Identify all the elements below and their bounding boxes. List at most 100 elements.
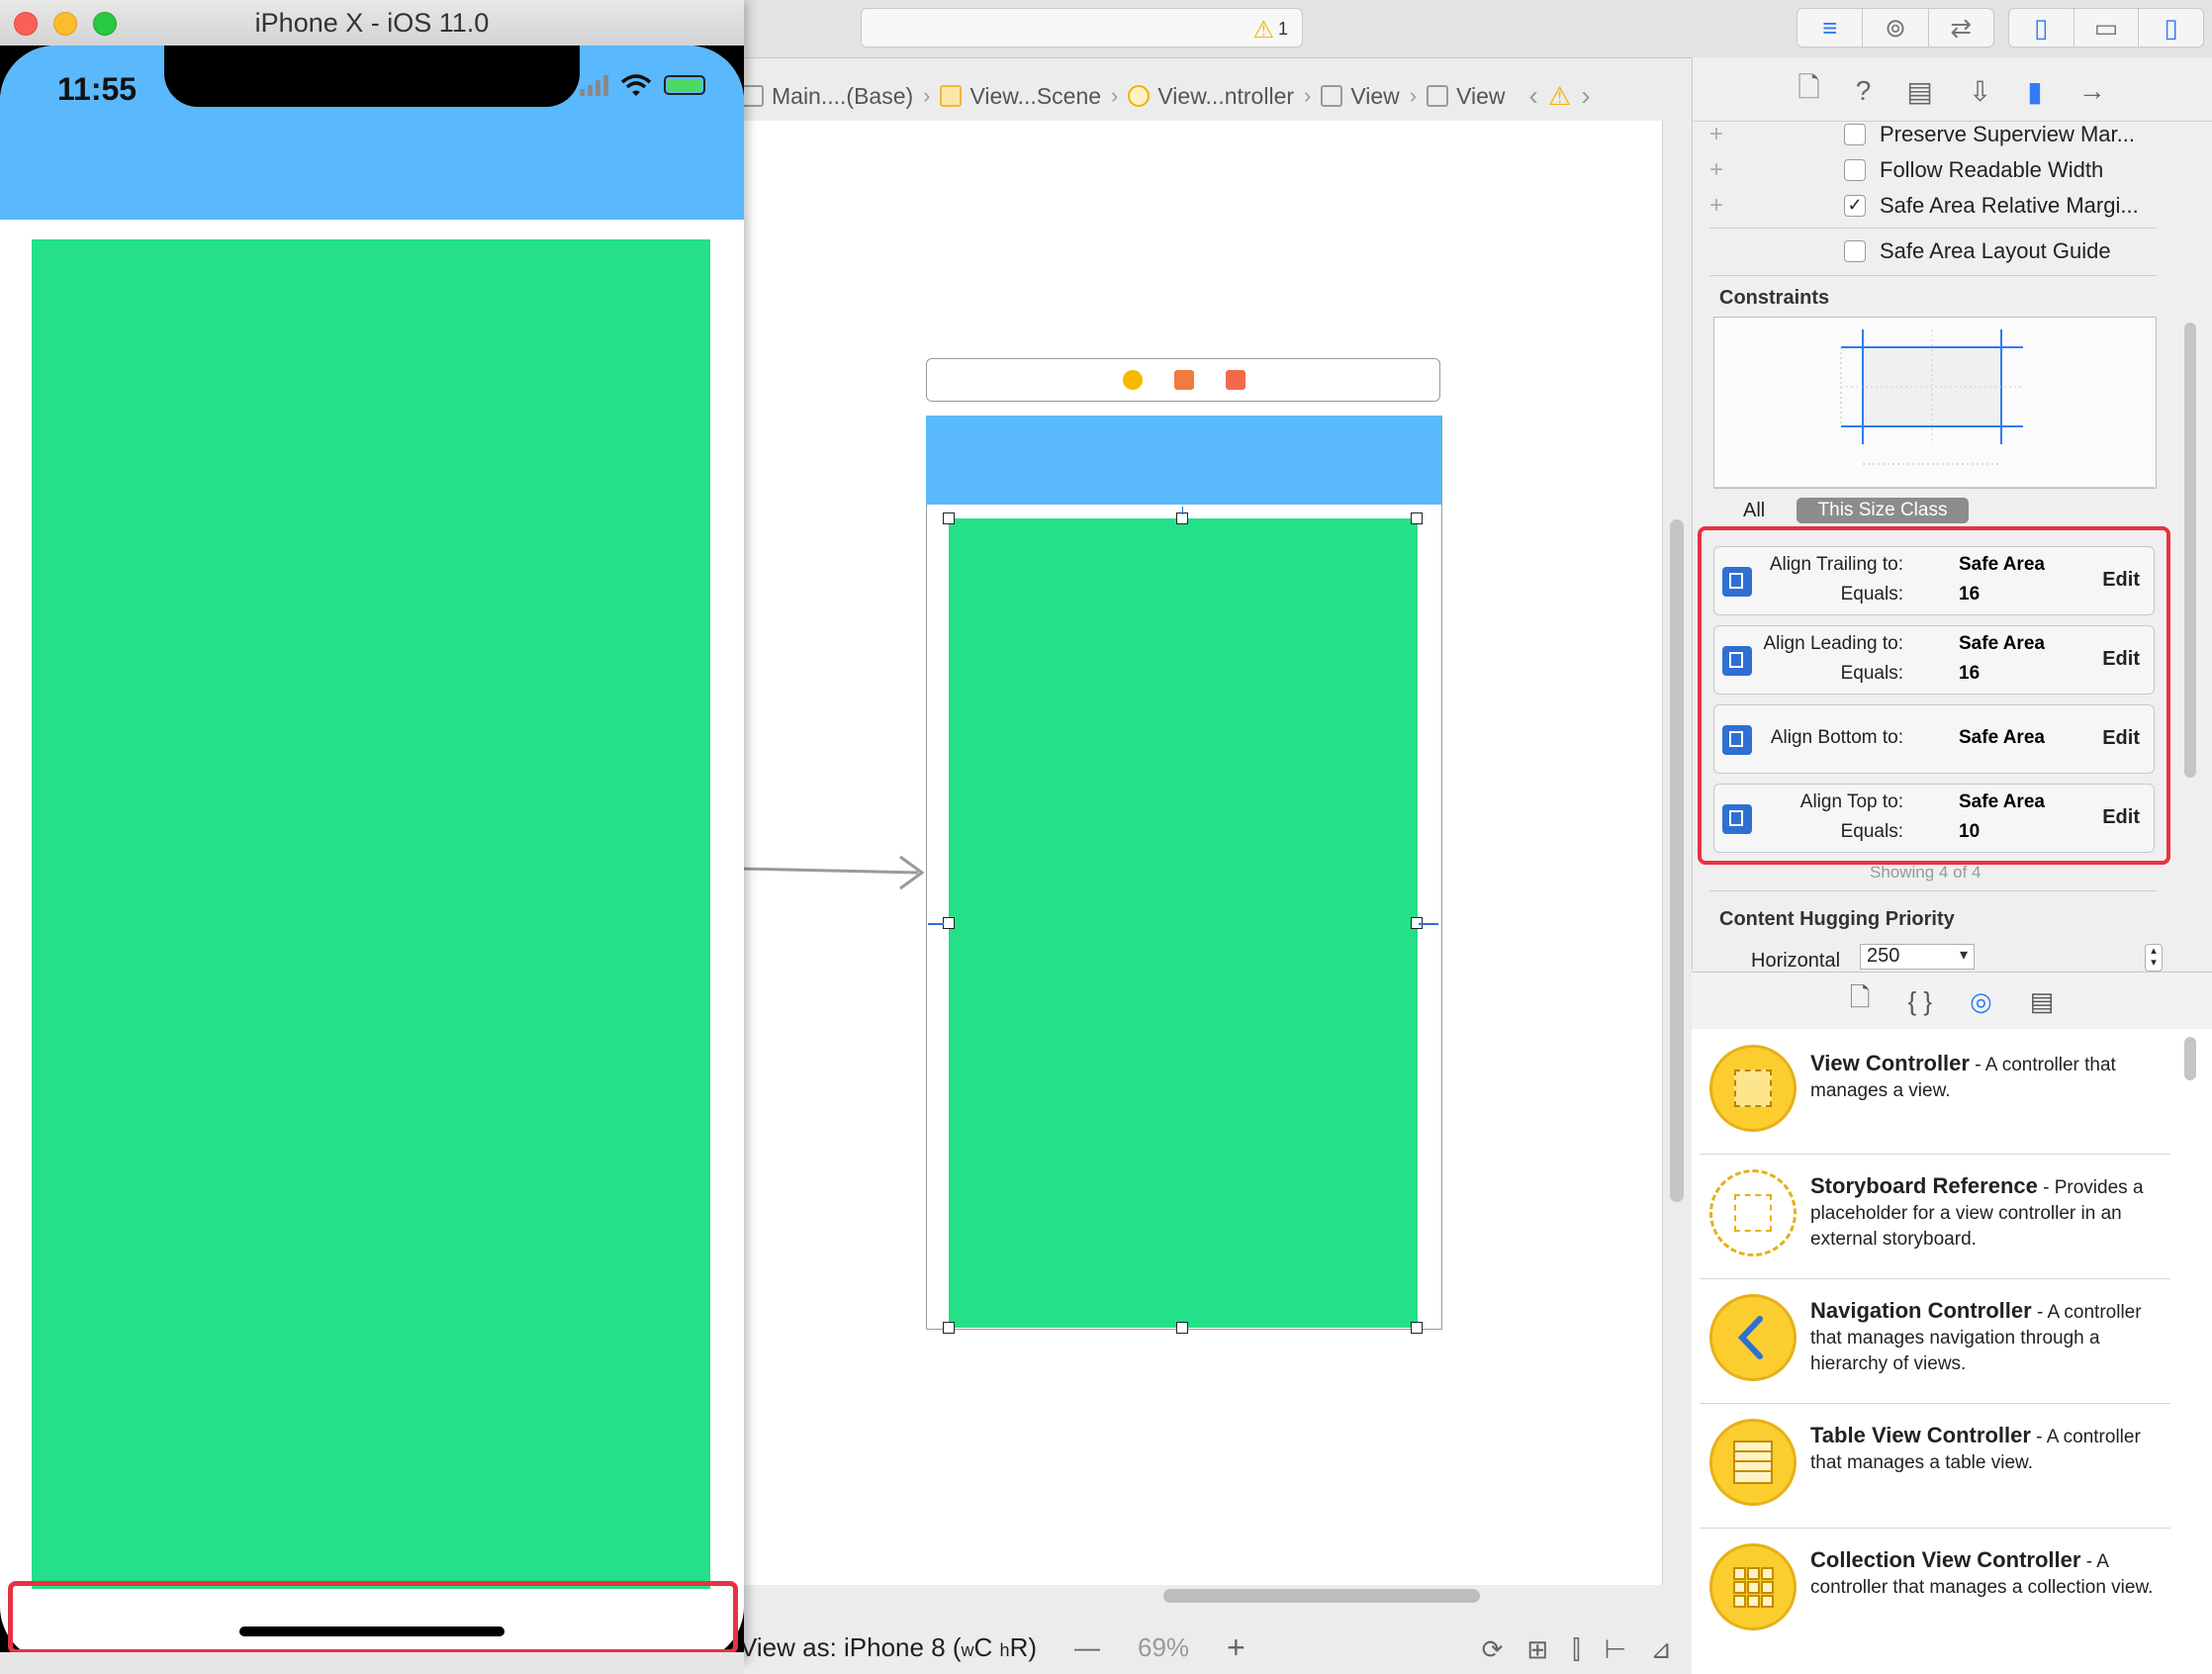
code-snippets-icon[interactable]: { } bbox=[1908, 986, 1933, 1017]
resize-handle[interactable] bbox=[1411, 512, 1423, 524]
add-constraints-icon[interactable]: ⊢ bbox=[1605, 1634, 1627, 1666]
edit-button[interactable]: Edit bbox=[2102, 569, 2140, 592]
minimize-button[interactable] bbox=[53, 12, 77, 36]
zoom-in-button[interactable]: + bbox=[1227, 1629, 1245, 1666]
constraint-row-bottom[interactable]: Align Bottom to: Safe Area Edit bbox=[1713, 704, 2155, 774]
simulator-bottom-edge bbox=[0, 1652, 744, 1674]
quick-help-icon[interactable]: ? bbox=[1856, 75, 1872, 107]
attributes-inspector-icon[interactable]: ⇩ bbox=[1969, 75, 1991, 108]
view-controller-icon[interactable] bbox=[1123, 370, 1143, 390]
resize-handle[interactable] bbox=[1176, 1322, 1188, 1334]
scene-nav-bar[interactable] bbox=[926, 416, 1441, 505]
trailing-constraint-line bbox=[1419, 923, 1438, 925]
preserve-superview-margins-row[interactable]: + Preserve Superview Mar... bbox=[1709, 119, 2174, 150]
resize-handle[interactable] bbox=[943, 1322, 955, 1334]
resize-handle[interactable] bbox=[1411, 1322, 1423, 1334]
constraint-row-trailing[interactable]: Align Trailing to: Safe Area Equals: 16 … bbox=[1713, 546, 2155, 615]
scene-dock[interactable] bbox=[926, 358, 1440, 402]
library-item-storyboard-reference[interactable]: Storyboard Reference - Provides a placeh… bbox=[1700, 1154, 2170, 1279]
debug-area-toggle-button[interactable]: ▭ bbox=[2074, 9, 2140, 46]
constraint-row-leading[interactable]: Align Leading to: Safe Area Equals: 16 E… bbox=[1713, 625, 2155, 695]
plus-icon[interactable]: + bbox=[1709, 192, 1735, 220]
scene-content-view[interactable] bbox=[949, 518, 1418, 1328]
safe-area-relative-margins-row[interactable]: + ✓ Safe Area Relative Margi... bbox=[1709, 190, 2174, 222]
constraints-title: Constraints bbox=[1719, 287, 1830, 309]
identity-inspector-icon[interactable]: ▤ bbox=[1906, 75, 1932, 108]
crumb-view[interactable]: View bbox=[1321, 83, 1400, 110]
view-controller-icon bbox=[1128, 85, 1151, 107]
resize-handle[interactable] bbox=[943, 917, 955, 929]
close-button[interactable] bbox=[14, 12, 38, 36]
library-item-table-view-controller[interactable]: Table View Controller - A controller tha… bbox=[1700, 1403, 2170, 1529]
preserve-superview-margins-checkbox[interactable] bbox=[1844, 124, 1866, 145]
update-frames-icon[interactable]: ⟳ bbox=[1482, 1634, 1504, 1666]
content-hugging-title: Content Hugging Priority bbox=[1719, 908, 1955, 930]
filter-all-tab[interactable]: All bbox=[1743, 500, 1765, 522]
media-library-icon[interactable]: ▤ bbox=[2030, 986, 2055, 1017]
panel-toggle-group: ▯ ▭ ▯ bbox=[2008, 8, 2204, 47]
file-inspector-icon[interactable]: 🗋 bbox=[1797, 67, 1820, 115]
follow-readable-width-row[interactable]: + Follow Readable Width bbox=[1709, 154, 2174, 186]
activity-viewer[interactable]: ⚠ 1 bbox=[861, 8, 1303, 47]
top-constraint-line bbox=[1182, 507, 1183, 514]
canvas-horizontal-scrollbar[interactable] bbox=[1163, 1589, 1480, 1603]
zoom-out-button[interactable]: — bbox=[1074, 1632, 1100, 1663]
utilities-toggle-button[interactable]: ▯ bbox=[2139, 9, 2203, 46]
simulator-title: iPhone X - iOS 11.0 bbox=[254, 8, 490, 38]
chevron-right-icon[interactable]: › bbox=[1581, 80, 1590, 112]
safe-area-relative-margins-checkbox[interactable]: ✓ bbox=[1844, 195, 1866, 217]
size-inspector-icon[interactable]: ▮ bbox=[2027, 75, 2042, 108]
safe-area-layout-guide-row[interactable]: Safe Area Layout Guide bbox=[1709, 235, 2174, 267]
filter-size-class-tab[interactable]: This Size Class bbox=[1797, 498, 1969, 523]
connections-inspector-icon[interactable]: → bbox=[2078, 75, 2106, 107]
edit-button[interactable]: Edit bbox=[2102, 806, 2140, 829]
canvas-vertical-scrollbar[interactable] bbox=[1670, 519, 1684, 1202]
crumb-view-controller[interactable]: View...ntroller bbox=[1128, 83, 1294, 110]
version-editor-button[interactable]: ⇄ bbox=[1929, 9, 1993, 46]
app-green-view[interactable] bbox=[32, 239, 710, 1589]
view-controller-icon bbox=[1709, 1045, 1797, 1132]
horizontal-priority-select[interactable]: 250 bbox=[1860, 944, 1975, 970]
battery-icon bbox=[664, 75, 705, 95]
status-indicators bbox=[580, 73, 705, 97]
resize-handle[interactable] bbox=[943, 512, 955, 524]
follow-readable-width-checkbox[interactable] bbox=[1844, 159, 1866, 181]
crumb-scene[interactable]: View...Scene bbox=[940, 83, 1101, 110]
home-indicator[interactable] bbox=[239, 1627, 505, 1636]
library-item-collection-view-controller[interactable]: Collection View Controller - A controlle… bbox=[1700, 1528, 2170, 1652]
constraint-row-top[interactable]: Align Top to: Safe Area Equals: 10 Edit bbox=[1713, 784, 2155, 853]
edit-button[interactable]: Edit bbox=[2102, 727, 2140, 750]
file-templates-icon[interactable]: 🗋 bbox=[1850, 979, 1871, 1023]
chevron-right-icon: › bbox=[923, 83, 931, 108]
safe-area-layout-guide-checkbox[interactable] bbox=[1844, 240, 1866, 262]
chevron-left-icon[interactable]: ‹ bbox=[1529, 80, 1538, 112]
align-trailing-icon bbox=[1722, 567, 1752, 597]
embed-in-stack-icon[interactable]: ⊞ bbox=[1526, 1634, 1548, 1666]
library-item-navigation-controller[interactable]: Navigation Controller - A controller tha… bbox=[1700, 1278, 2170, 1404]
exit-icon[interactable] bbox=[1226, 370, 1245, 390]
navigator-toggle-button[interactable]: ▯ bbox=[2009, 9, 2074, 46]
priority-stepper[interactable]: ▴ ▾ bbox=[2145, 944, 2163, 972]
first-responder-icon[interactable] bbox=[1174, 370, 1194, 390]
simulator-title-bar[interactable]: iPhone X - iOS 11.0 bbox=[0, 0, 744, 46]
library-item-view-controller[interactable]: View Controller - A controller that mana… bbox=[1700, 1029, 2170, 1155]
inspector-scrollbar[interactable] bbox=[2184, 323, 2196, 778]
assistant-editor-button[interactable]: ⊚ bbox=[1863, 9, 1929, 46]
align-icon[interactable]: ⫿ bbox=[1572, 1634, 1580, 1666]
edit-button[interactable]: Edit bbox=[2102, 648, 2140, 671]
crumb-storyboard[interactable]: Main....(Base) bbox=[742, 83, 913, 110]
object-library-icon[interactable]: ◎ bbox=[1970, 986, 1992, 1017]
library-scrollbar[interactable] bbox=[2184, 1037, 2196, 1080]
resolve-issues-icon[interactable]: ⊿ bbox=[1650, 1634, 1672, 1666]
warning-icon[interactable]: ⚠ bbox=[1252, 16, 1274, 45]
zoom-level[interactable]: 69% bbox=[1138, 1632, 1189, 1663]
plus-icon[interactable]: + bbox=[1709, 156, 1735, 184]
zoom-button[interactable] bbox=[93, 12, 117, 36]
align-top-icon bbox=[1722, 804, 1752, 834]
plus-icon[interactable]: + bbox=[1709, 121, 1735, 148]
constraints-diagram-graphic bbox=[1840, 329, 2023, 465]
warning-icon[interactable]: ⚠ bbox=[1548, 81, 1571, 112]
standard-editor-button[interactable]: ≡ bbox=[1797, 9, 1864, 46]
crumb-subview[interactable]: View bbox=[1427, 83, 1506, 110]
view-as-button[interactable]: View as: iPhone 8 (wC hR) bbox=[740, 1632, 1037, 1663]
